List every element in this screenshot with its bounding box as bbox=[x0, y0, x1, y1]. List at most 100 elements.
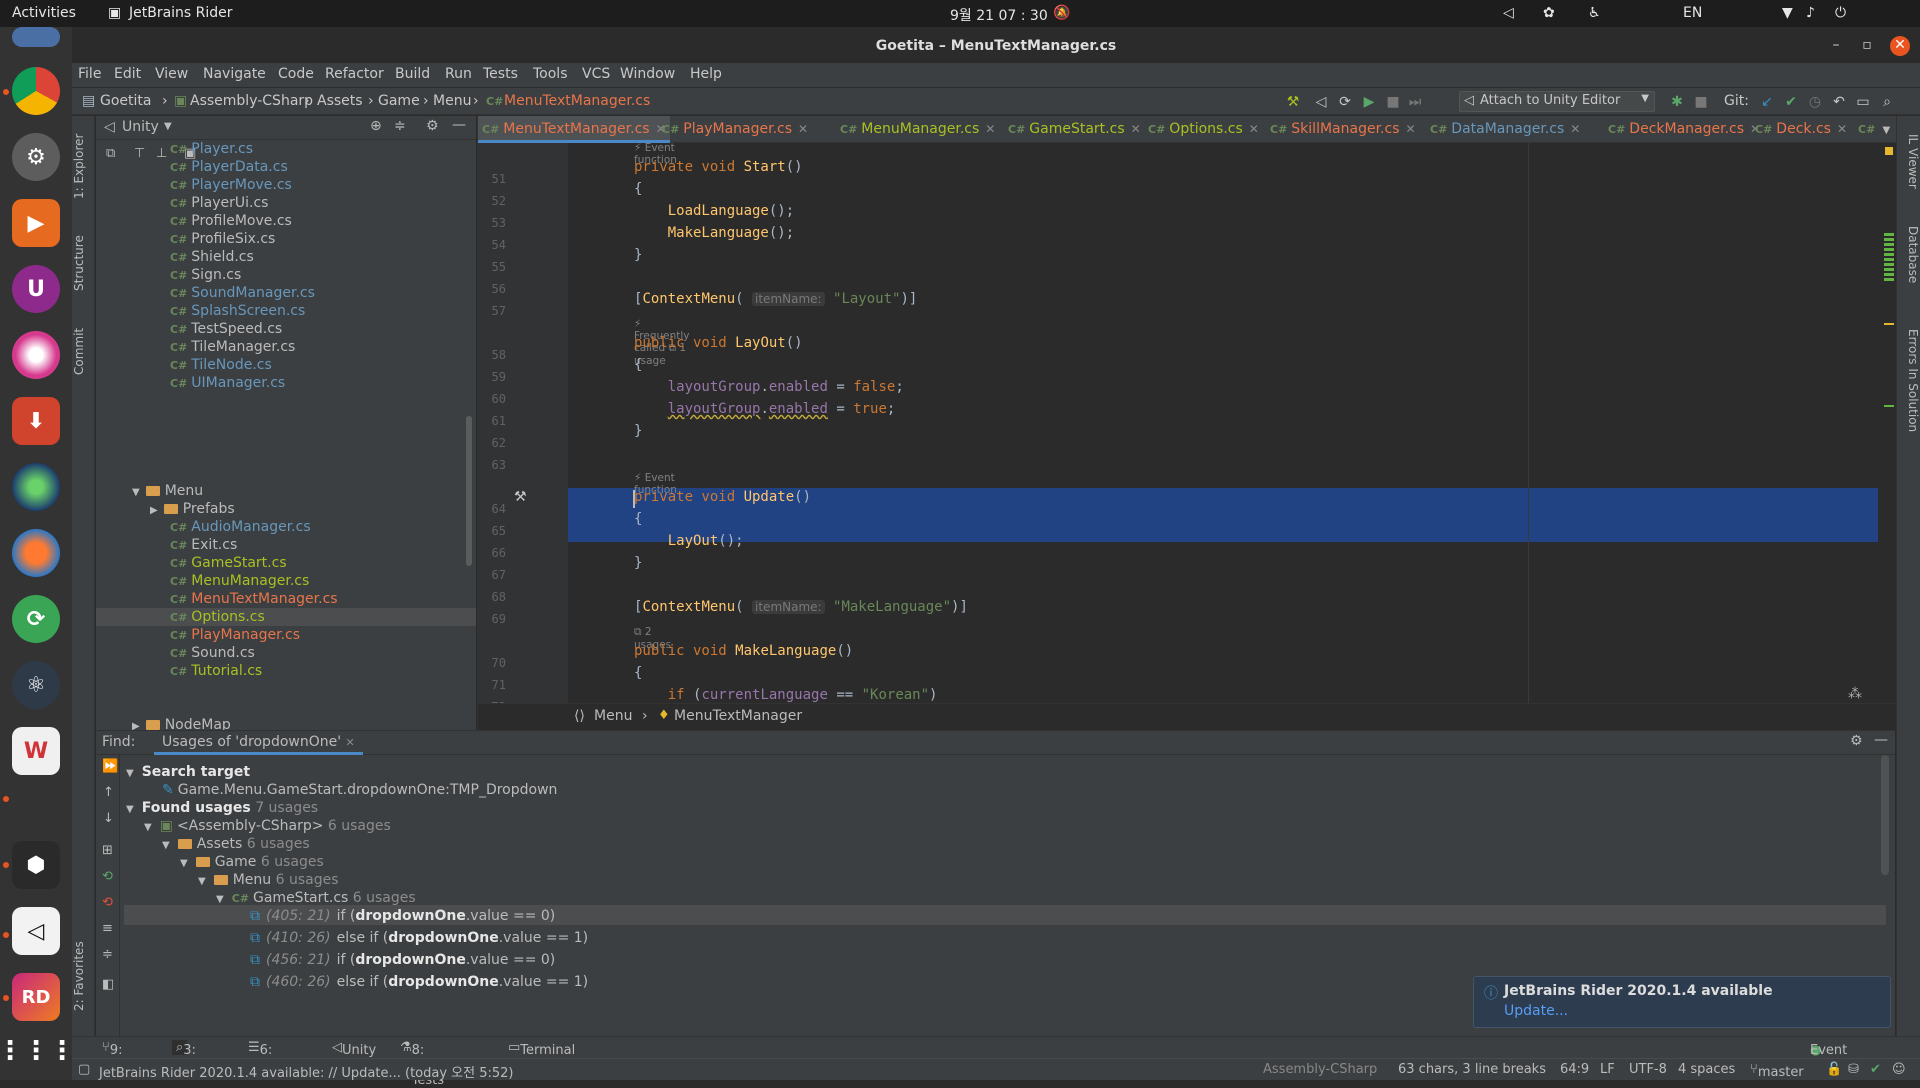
caret-position[interactable]: 64:9 bbox=[1560, 1062, 1589, 1077]
editor-tab[interactable]: C# Deck.cs ✕ bbox=[1755, 116, 1847, 143]
crumb-menu[interactable]: Menu bbox=[433, 93, 471, 109]
menu-edit[interactable]: Edit bbox=[114, 66, 141, 82]
menu-window[interactable]: Window bbox=[620, 66, 675, 82]
preview-icon[interactable]: ◧ bbox=[102, 977, 114, 992]
status-assembly[interactable]: Assembly-CSharp bbox=[1263, 1062, 1377, 1077]
layout-icon[interactable]: ▭ bbox=[1854, 93, 1872, 111]
editor-tab[interactable]: C# DataManager.cs ✕ bbox=[1430, 116, 1580, 143]
crumb-assets[interactable]: Assets bbox=[317, 93, 363, 109]
close-tab-icon[interactable]: ✕ bbox=[346, 736, 355, 749]
smiley-icon[interactable]: ☺ bbox=[1892, 1062, 1906, 1077]
unity-icon[interactable]: ◁ bbox=[12, 907, 60, 955]
stop-debug-icon[interactable]: ■ bbox=[1692, 93, 1710, 111]
paint-icon[interactable] bbox=[12, 331, 60, 379]
tool-todo[interactable]: ☰ 6: TODO bbox=[248, 1040, 298, 1073]
git-rollback-icon[interactable]: ↶ bbox=[1830, 93, 1848, 111]
telegram-icon[interactable]: ◁ bbox=[1503, 5, 1514, 21]
gear-icon[interactable]: ⚙ bbox=[1850, 733, 1863, 749]
tab-structure[interactable]: Structure bbox=[72, 228, 95, 298]
rerun-icon[interactable]: ⏩ bbox=[102, 759, 118, 774]
update-link[interactable]: Update... bbox=[1504, 1003, 1568, 1019]
crumb-namespace[interactable]: Menu bbox=[594, 708, 632, 724]
accessibility-icon[interactable]: ♿ bbox=[1588, 5, 1601, 21]
inspection-ok-icon[interactable]: ✔ bbox=[1870, 1062, 1881, 1077]
active-app-label[interactable]: JetBrains Rider bbox=[129, 5, 233, 21]
tool-unit-tests[interactable]: ⚗ 8: Unit Tests bbox=[400, 1040, 444, 1088]
tab-explorer[interactable]: 1: Explorer bbox=[72, 126, 95, 206]
git-history-icon[interactable]: ◷ bbox=[1806, 93, 1824, 111]
close-tab-icon[interactable]: ✕ bbox=[1837, 122, 1847, 136]
minimize-icon[interactable]: – bbox=[1826, 36, 1846, 56]
group-icon[interactable]: ⊞ bbox=[102, 843, 113, 858]
file-encoding[interactable]: UTF-8 bbox=[1629, 1062, 1667, 1077]
reader-mode-icon[interactable]: ⁂ bbox=[1848, 686, 1862, 702]
tab-favorites[interactable]: 2: Favorites bbox=[72, 936, 95, 1016]
editor-tab[interactable]: C# SkillManager.cs ✕ bbox=[1270, 116, 1416, 143]
atom-icon[interactable]: ⚛ bbox=[12, 661, 60, 709]
collapse-icon[interactable]: ⊥ bbox=[156, 146, 167, 161]
clock[interactable]: 9월 21 07 : 30 bbox=[950, 5, 1048, 25]
close-tab-icon[interactable]: ✕ bbox=[1570, 122, 1580, 136]
firefox-icon[interactable] bbox=[12, 529, 60, 577]
menu-view[interactable]: View bbox=[155, 66, 188, 82]
close-icon[interactable]: ✕ bbox=[1890, 36, 1910, 56]
editor-tab[interactable]: C# DeckManager.cs ✕ bbox=[1608, 116, 1760, 143]
menu-run[interactable]: Run bbox=[445, 66, 472, 82]
chevron-down-icon[interactable]: ▼ bbox=[164, 121, 172, 132]
maximize-icon[interactable]: ▫ bbox=[1857, 36, 1877, 56]
usage-row[interactable]: ⧉ (410: 26) else if (dropdownOne.value == … bbox=[250, 927, 588, 949]
filter-write-icon[interactable]: ⟲ bbox=[102, 895, 113, 910]
tool-find[interactable]: ⌕ 3: Find bbox=[172, 1040, 210, 1073]
filter-read-icon[interactable]: ⟲ bbox=[102, 869, 113, 884]
usage-row[interactable]: ⧉ (456: 21) if (dropdownOne.value == 0) bbox=[250, 949, 555, 971]
wps-writer-icon[interactable]: W bbox=[12, 727, 60, 775]
close-tab-icon[interactable]: ✕ bbox=[985, 122, 995, 136]
menu-build[interactable]: Build bbox=[395, 66, 430, 82]
build-hammer-icon[interactable]: ⚒ bbox=[1284, 93, 1302, 111]
editor-tab[interactable]: C# MenuTextManager.cs ✕ bbox=[478, 116, 670, 143]
menu-tests[interactable]: Tests bbox=[483, 66, 518, 82]
volume-icon[interactable]: ♪ bbox=[1806, 5, 1815, 21]
stop-icon[interactable]: ■ bbox=[1384, 93, 1402, 111]
close-tab-icon[interactable]: ✕ bbox=[1249, 122, 1259, 136]
menu-navigate[interactable]: Navigate bbox=[203, 66, 266, 82]
tab-commit[interactable]: Commit bbox=[72, 321, 95, 381]
crumb-game[interactable]: Game bbox=[378, 93, 420, 109]
show-files-icon[interactable]: ⧉ bbox=[106, 146, 115, 161]
previous-icon[interactable]: ↑ bbox=[103, 785, 114, 800]
gear-icon[interactable]: ⚙ bbox=[426, 118, 439, 134]
build-hammer-icon[interactable]: ⚒ bbox=[514, 489, 527, 505]
tool-terminal[interactable]: ▭ Terminal bbox=[508, 1040, 575, 1058]
close-tab-icon[interactable]: ✕ bbox=[1405, 122, 1415, 136]
menu-code[interactable]: Code bbox=[278, 66, 314, 82]
crumb-file[interactable]: MenuTextManager.cs bbox=[504, 93, 650, 109]
git-commit-icon[interactable]: ✔ bbox=[1782, 93, 1800, 111]
locate-icon[interactable]: ⊕ bbox=[370, 118, 382, 134]
tab-usages[interactable]: Usages of 'dropdownOne' ✕ bbox=[154, 731, 363, 755]
menu-file[interactable]: File bbox=[78, 66, 101, 82]
close-tab-icon[interactable]: ✕ bbox=[798, 122, 808, 136]
sync-icon[interactable]: ⟳ bbox=[12, 595, 60, 643]
usage-row[interactable]: ⧉ (460: 26) else if (dropdownOne.value == … bbox=[250, 971, 588, 993]
download-icon[interactable]: ⬇ bbox=[12, 397, 60, 445]
search-icon[interactable]: ⌕ bbox=[1878, 93, 1896, 111]
tree-folder-nodemap[interactable]: ▶ NodeMap bbox=[132, 714, 231, 730]
input-language[interactable]: EN bbox=[1683, 5, 1702, 21]
warning-indicator[interactable] bbox=[1885, 147, 1893, 155]
editor-tab[interactable]: C# MenuManager.cs ✕ bbox=[840, 116, 995, 143]
wifi-icon[interactable]: ▼ bbox=[1782, 5, 1793, 21]
ubuntu-u-icon[interactable]: U bbox=[12, 265, 60, 313]
debug-bug-icon[interactable]: ✱ bbox=[1668, 93, 1686, 111]
scrollbar[interactable] bbox=[1881, 755, 1889, 875]
status-icon[interactable]: ▢ bbox=[78, 1062, 90, 1077]
collapse-all-icon[interactable]: ≑ bbox=[394, 118, 406, 134]
hide-icon[interactable]: — bbox=[452, 117, 466, 133]
next-icon[interactable]: ↓ bbox=[103, 811, 114, 826]
globe-icon[interactable] bbox=[12, 463, 60, 511]
collapse-all-icon[interactable]: ≑ bbox=[102, 947, 113, 962]
expand-icon[interactable]: ⊤ bbox=[134, 146, 145, 161]
indent-setting[interactable]: 4 spaces bbox=[1678, 1062, 1735, 1077]
lock-icon[interactable]: 🔓 bbox=[1826, 1062, 1842, 1077]
tool-unity[interactable]: ◁ Unity bbox=[332, 1040, 376, 1058]
menu-vcs[interactable]: VCS bbox=[582, 66, 610, 82]
